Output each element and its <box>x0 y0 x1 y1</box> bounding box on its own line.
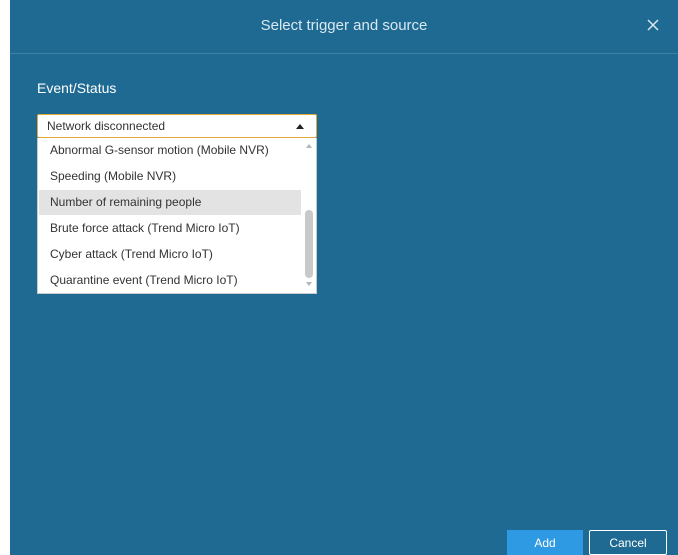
event-dropdown-list: Abnormal G-sensor motion (Mobile NVR) Sp… <box>37 138 317 294</box>
dropdown-option[interactable]: Brute force attack (Trend Micro IoT) <box>39 216 301 241</box>
scroll-thumb[interactable] <box>305 210 313 278</box>
dialog-header: Select trigger and source <box>10 0 678 54</box>
scroll-up-icon[interactable] <box>306 144 312 148</box>
dropdown-option[interactable]: Abnormal G-sensor motion (Mobile NVR) <box>39 138 301 163</box>
add-button[interactable]: Add <box>507 530 583 555</box>
dropdown-option[interactable]: Speeding (Mobile NVR) <box>39 164 301 189</box>
event-status-select[interactable]: Network disconnected <box>37 114 317 138</box>
scroll-down-icon[interactable] <box>306 282 312 286</box>
dropdown-option-highlighted[interactable]: Number of remaining people <box>39 190 301 215</box>
trigger-source-dialog: Select trigger and source Event/Status N… <box>10 0 678 555</box>
dropdown-scrollbar[interactable] <box>303 138 315 292</box>
selected-event: Network disconnected <box>47 119 166 133</box>
cancel-button[interactable]: Cancel <box>589 530 667 555</box>
caret-up-icon <box>296 124 304 129</box>
dialog-title: Select trigger and source <box>260 17 428 34</box>
dropdown-option[interactable]: Cyber attack (Trend Micro IoT) <box>39 242 301 267</box>
dropdown-option[interactable]: Quarantine event (Trend Micro IoT) <box>39 268 301 293</box>
event-status-label: Event/Status <box>37 80 117 96</box>
close-icon[interactable] <box>644 16 662 34</box>
